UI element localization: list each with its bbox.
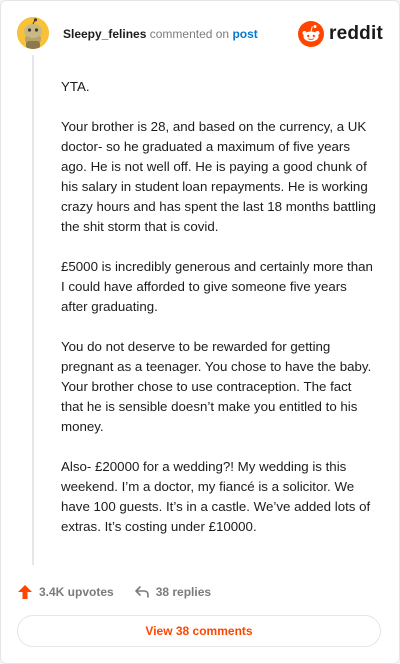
comment-paragraph: Also- £20000 for a wedding?! My wedding …	[61, 459, 371, 534]
thread-line[interactable]	[32, 55, 34, 565]
comment-body: YTA. Your brother is 28, and based on th…	[61, 77, 377, 557]
upvote-count: 3.4K upvotes	[39, 585, 114, 599]
action-text: commented on	[146, 27, 233, 41]
comment-paragraph: You do not deserve to be rewarded for ge…	[61, 339, 372, 434]
upvote-arrow-icon	[18, 585, 32, 599]
reply-count: 38 replies	[155, 585, 212, 599]
comment-card: Sleepy_felines commented on post reddit …	[0, 0, 400, 664]
reddit-wordmark: reddit	[329, 23, 383, 44]
reply-arrow-icon	[134, 586, 149, 598]
comment-paragraph: YTA.	[61, 79, 90, 94]
comment-paragraph: £5000 is incredibly generous and certain…	[61, 259, 373, 314]
comment-paragraph: Your brother is 28, and based on the cur…	[61, 119, 376, 234]
upvote-button[interactable]: 3.4K upvotes	[17, 584, 114, 600]
reddit-logo-icon	[298, 21, 325, 47]
reddit-logo[interactable]: reddit	[298, 20, 383, 48]
replies-button[interactable]: 38 replies	[134, 584, 211, 600]
username-link[interactable]: Sleepy_felines	[63, 27, 146, 41]
comment-footer: 3.4K upvotes 38 replies	[17, 581, 231, 603]
view-comments-button[interactable]: View 38 comments	[17, 615, 381, 647]
post-link[interactable]: post	[232, 27, 257, 41]
author-line: Sleepy_felines commented on post	[63, 26, 258, 42]
comment-header: Sleepy_felines commented on post reddit	[1, 1, 399, 63]
snoo-avatar-icon[interactable]	[17, 17, 49, 49]
